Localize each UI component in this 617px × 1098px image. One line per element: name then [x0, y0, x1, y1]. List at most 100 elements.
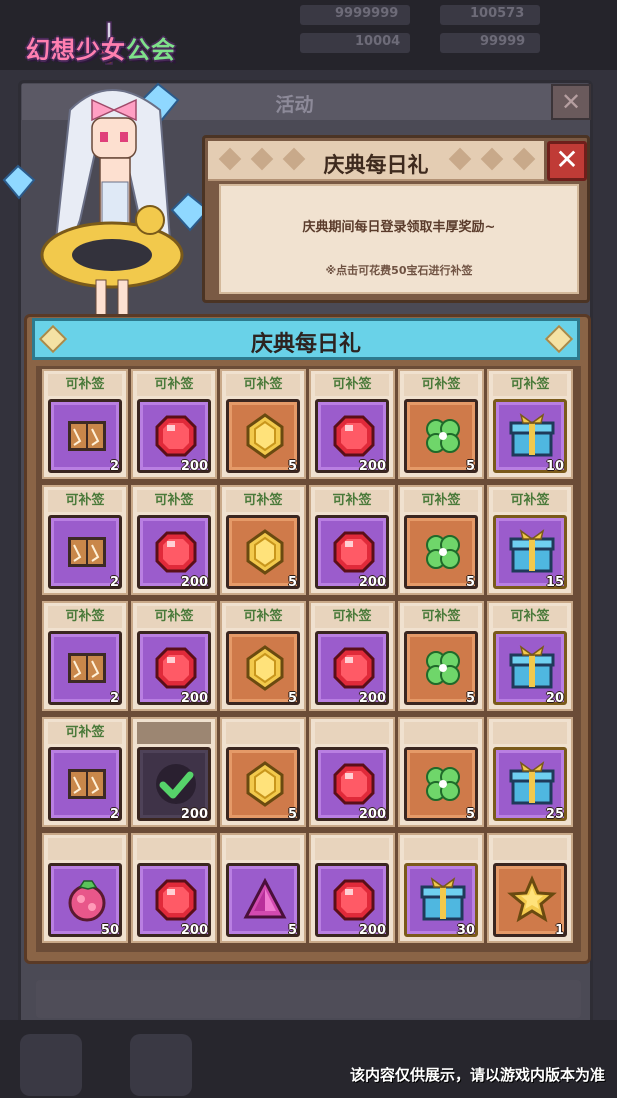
reward-item[interactable]: 2: [48, 399, 122, 474]
reward-item[interactable]: 5: [404, 515, 478, 590]
reward-cell[interactable]: 可补签 2: [42, 369, 128, 479]
gift-box-icon: [509, 761, 555, 805]
reward-item[interactable]: 5: [404, 631, 478, 706]
reward-cell[interactable]: 可补签 200: [131, 485, 217, 595]
reward-cell[interactable]: 可补签 5: [398, 369, 484, 479]
reward-item[interactable]: 5: [226, 863, 300, 938]
reward-cell[interactable]: 可补签 2: [42, 485, 128, 595]
reward-cell[interactable]: 可补签 200: [309, 369, 395, 479]
reward-cell[interactable]: 5: [220, 717, 306, 827]
game-screen: { "game": {"logo_text_pink": "幻想少女", "lo…: [0, 0, 617, 1098]
reward-quantity: 2: [109, 691, 119, 706]
info-close-button[interactable]: ✕: [547, 141, 587, 181]
reward-cell[interactable]: 25: [487, 717, 573, 827]
reward-cell[interactable]: 30: [398, 833, 484, 943]
reward-item[interactable]: 2: [48, 747, 122, 822]
reward-quantity: 20: [545, 691, 564, 706]
reward-cell[interactable]: 可补签 5: [220, 485, 306, 595]
reward-quantity: 2: [109, 459, 119, 474]
reward-item[interactable]: 5: [404, 747, 478, 822]
reward-quantity: 30: [456, 923, 475, 938]
reward-cell[interactable]: 可补签 200: [131, 601, 217, 711]
activity-close-button[interactable]: ✕: [551, 84, 591, 120]
reward-item[interactable]: 200: [315, 515, 389, 590]
reward-cell[interactable]: 200: [309, 717, 395, 827]
reward-item[interactable]: 200: [315, 747, 389, 822]
reward-cell[interactable]: 可补签 5: [398, 485, 484, 595]
makeup-label: 可补签: [48, 490, 122, 512]
book-icon: [68, 769, 106, 799]
checkmark-icon: [156, 764, 196, 804]
reward-quantity: 200: [358, 691, 386, 706]
reward-item[interactable]: 5: [404, 399, 478, 474]
resource-value: 10004: [355, 34, 401, 49]
makeup-label: 可补签: [493, 606, 567, 628]
disclaimer: 该内容仅供展示，请以游戏内版本为准: [349, 1066, 605, 1084]
reward-item[interactable]: 30: [404, 863, 478, 938]
reward-cell[interactable]: 可补签 5: [220, 369, 306, 479]
reward-item[interactable]: 1: [493, 863, 567, 938]
reward-item[interactable]: 50: [48, 863, 122, 938]
resource-value: 99999: [480, 34, 526, 49]
reward-cell[interactable]: 可补签 10: [487, 369, 573, 479]
reward-cell[interactable]: 可补签 20: [487, 601, 573, 711]
reward-cell[interactable]: 可补签 5: [220, 601, 306, 711]
status-label: [137, 722, 211, 744]
reward-cell[interactable]: 可补签 200: [309, 485, 395, 595]
gift-box-icon: [509, 529, 555, 573]
reward-quantity: 5: [465, 459, 475, 474]
info-note: ※点击可花费50宝石进行补签: [325, 264, 473, 277]
red-gem-icon: [155, 879, 197, 921]
reward-item[interactable]: 200: [137, 863, 211, 938]
reward-item[interactable]: 15: [493, 515, 567, 590]
nav-button[interactable]: [130, 1034, 192, 1096]
reward-quantity: 200: [180, 575, 208, 590]
reward-item[interactable]: 200: [315, 631, 389, 706]
reward-item[interactable]: 200: [137, 631, 211, 706]
status-label: [226, 838, 300, 860]
close-icon: ✕: [560, 88, 582, 116]
logo-text-pink: 幻想少女: [26, 36, 126, 64]
bottom-nav-bar: [0, 1020, 617, 1098]
reward-quantity: 2: [109, 807, 119, 822]
reward-quantity: 25: [545, 807, 564, 822]
reward-item[interactable]: 2: [48, 631, 122, 706]
reward-item[interactable]: 5: [226, 399, 300, 474]
reward-cell[interactable]: 可补签 200: [309, 601, 395, 711]
reward-cell[interactable]: 50: [42, 833, 128, 943]
reward-cell[interactable]: 可补签 5: [398, 601, 484, 711]
reward-quantity: 200: [358, 459, 386, 474]
reward-item[interactable]: 200: [137, 515, 211, 590]
reward-cell[interactable]: 200: [131, 717, 217, 827]
reward-cell[interactable]: 可补签 2: [42, 717, 128, 827]
logo-text-green: 公会: [126, 36, 176, 64]
reward-cell[interactable]: 1: [487, 833, 573, 943]
reward-item[interactable]: 5: [226, 515, 300, 590]
status-label: [493, 838, 567, 860]
reward-item[interactable]: 200: [137, 399, 211, 474]
reward-cell[interactable]: 5: [398, 717, 484, 827]
reward-cell[interactable]: 可补签 15: [487, 485, 573, 595]
clover-icon: [426, 535, 460, 569]
reward-item[interactable]: 5: [226, 631, 300, 706]
reward-quantity: 5: [287, 459, 297, 474]
nav-button[interactable]: [20, 1034, 82, 1096]
reward-item[interactable]: 2: [48, 515, 122, 590]
reward-quantity: 200: [358, 807, 386, 822]
reward-item[interactable]: 5: [226, 747, 300, 822]
status-label: [315, 722, 389, 744]
reward-item[interactable]: 10: [493, 399, 567, 474]
info-header: 庆典每日礼: [208, 141, 544, 181]
reward-item[interactable]: 200: [137, 747, 211, 822]
reward-cell[interactable]: 200: [131, 833, 217, 943]
reward-cell[interactable]: 200: [309, 833, 395, 943]
reward-cell[interactable]: 5: [220, 833, 306, 943]
reward-cell[interactable]: 可补签 2: [42, 601, 128, 711]
makeup-label: 可补签: [315, 374, 389, 396]
reward-item[interactable]: 20: [493, 631, 567, 706]
reward-item[interactable]: 25: [493, 747, 567, 822]
reward-item[interactable]: 200: [315, 863, 389, 938]
status-label: [137, 838, 211, 860]
reward-cell[interactable]: 可补签 200: [131, 369, 217, 479]
reward-item[interactable]: 200: [315, 399, 389, 474]
